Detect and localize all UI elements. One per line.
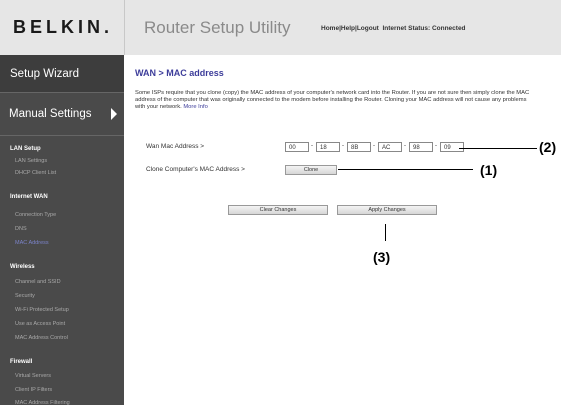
annotation-3-line bbox=[385, 224, 386, 241]
mac-separator: - bbox=[311, 143, 313, 149]
sidebar-item-security[interactable]: Security bbox=[15, 293, 35, 299]
home-link[interactable]: Home bbox=[321, 25, 339, 32]
sidebar: Setup Wizard Manual Settings LAN Setup L… bbox=[0, 55, 124, 406]
clone-mac-label: Clone Computer's MAC Address > bbox=[146, 166, 245, 173]
annotation-2-label: (2) bbox=[539, 139, 557, 155]
sidebar-item-mac-address-filtering[interactable]: MAC Address Filtering bbox=[15, 400, 70, 406]
mac-octet-5-input[interactable]: 98 bbox=[409, 142, 433, 152]
sidebar-item-mac-address[interactable]: MAC Address bbox=[15, 240, 49, 246]
sidebar-item-dns[interactable]: DNS bbox=[15, 226, 27, 232]
mac-octet-4-input[interactable]: AC bbox=[378, 142, 402, 152]
clear-changes-button[interactable]: Clear Changes bbox=[228, 205, 328, 215]
arrow-right-icon bbox=[111, 108, 117, 120]
manual-settings-label: Manual Settings bbox=[9, 108, 92, 120]
mac-octet-3-input[interactable]: 8B bbox=[347, 142, 371, 152]
sidebar-section-internet-wan[interactable]: Internet WAN bbox=[10, 194, 48, 200]
annotation-3-label: (3) bbox=[373, 249, 391, 265]
internet-status: Internet Status: Connected bbox=[382, 25, 466, 32]
sidebar-item-virtual-servers[interactable]: Virtual Servers bbox=[15, 373, 51, 379]
apply-changes-button[interactable]: Apply Changes bbox=[337, 205, 437, 215]
sidebar-section-lan-setup[interactable]: LAN Setup bbox=[10, 146, 41, 152]
sidebar-item-wps[interactable]: Wi-Fi Protected Setup bbox=[15, 307, 69, 313]
app-title: Router Setup Utility bbox=[144, 18, 291, 37]
setup-wizard-button[interactable]: Setup Wizard bbox=[0, 55, 124, 93]
annotation-2-line bbox=[459, 148, 537, 149]
annotation-1-label: (1) bbox=[480, 162, 498, 178]
sidebar-section-firewall[interactable]: Firewall bbox=[10, 359, 32, 365]
annotation-1-line bbox=[338, 169, 473, 170]
mac-octet-1-input[interactable]: 00 bbox=[285, 142, 309, 152]
mac-octet-6-input[interactable]: 09 bbox=[440, 142, 464, 152]
page-description: Some ISPs require that you clone (copy) … bbox=[135, 90, 530, 111]
sidebar-item-channel-ssid[interactable]: Channel and SSID bbox=[15, 279, 61, 285]
sidebar-item-lan-settings[interactable]: LAN Settings bbox=[15, 158, 47, 164]
help-link[interactable]: Help bbox=[341, 25, 355, 32]
clone-button[interactable]: Clone bbox=[285, 165, 337, 175]
mac-octet-2-input[interactable]: 18 bbox=[316, 142, 340, 152]
sidebar-item-dhcp-client-list[interactable]: DHCP Client List bbox=[15, 170, 56, 176]
mac-separator: - bbox=[404, 143, 406, 149]
top-links: Home| Help| Logout Internet Status: Conn… bbox=[321, 25, 466, 32]
wan-mac-label: Wan Mac Address > bbox=[146, 143, 205, 150]
mac-separator: - bbox=[373, 143, 375, 149]
sidebar-item-access-point[interactable]: Use as Access Point bbox=[15, 321, 65, 327]
logo-cell: BELKIN. bbox=[0, 0, 125, 55]
setup-wizard-label: Setup Wizard bbox=[10, 68, 80, 80]
mac-separator: - bbox=[342, 143, 344, 149]
manual-settings-button[interactable]: Manual Settings bbox=[0, 93, 124, 136]
belkin-logo: BELKIN. bbox=[13, 17, 113, 37]
more-info-link[interactable]: More Info bbox=[183, 104, 208, 110]
sidebar-item-mac-address-control[interactable]: MAC Address Control bbox=[15, 335, 68, 341]
sidebar-section-wireless[interactable]: Wireless bbox=[10, 264, 35, 270]
sidebar-item-client-ip-filters[interactable]: Client IP Filters bbox=[15, 387, 52, 393]
page-title: WAN > MAC address bbox=[135, 68, 224, 78]
top-bar: BELKIN. Router Setup Utility Home| Help|… bbox=[0, 0, 561, 55]
sidebar-item-connection-type[interactable]: Connection Type bbox=[15, 212, 56, 218]
logout-link[interactable]: Logout bbox=[357, 25, 379, 32]
mac-separator: - bbox=[435, 143, 437, 149]
